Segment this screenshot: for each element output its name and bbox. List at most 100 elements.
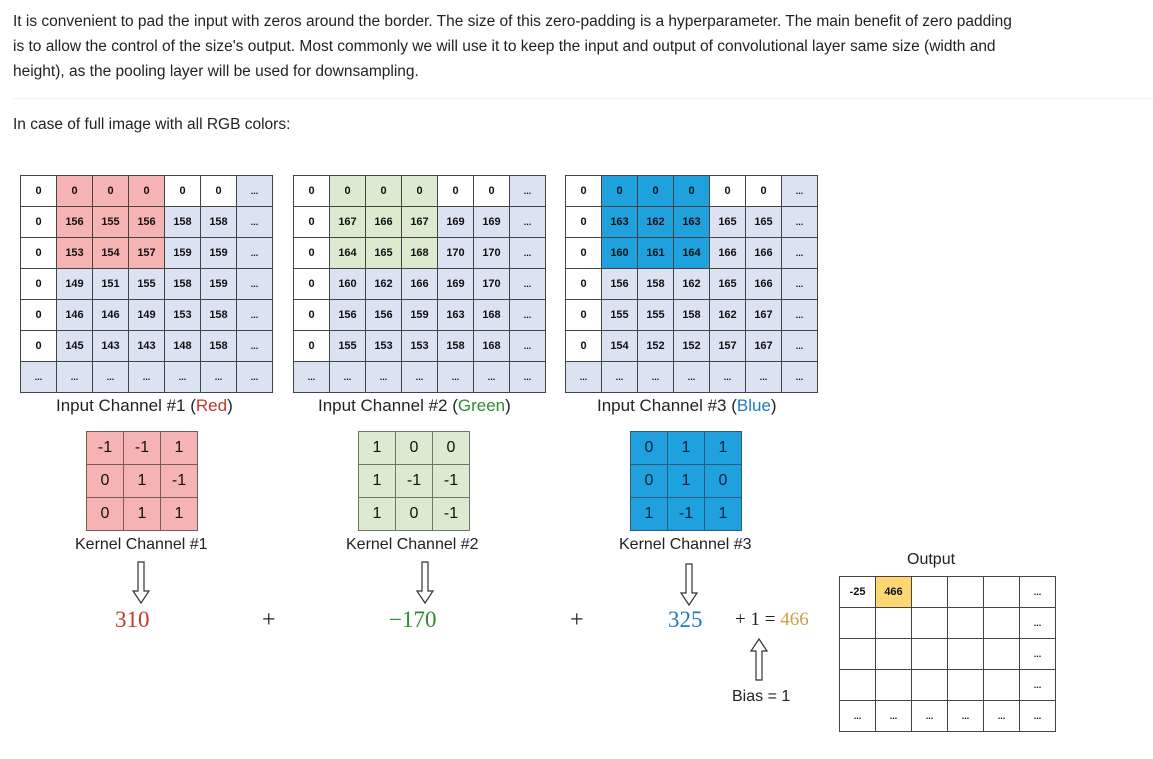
grid-cell: 158 bbox=[437, 330, 474, 362]
output-cell bbox=[947, 576, 984, 608]
grid-cell: 0 bbox=[565, 330, 602, 362]
output-title: Output bbox=[907, 551, 956, 568]
kernel-cell: 1 bbox=[704, 497, 742, 531]
grid-cell: ... bbox=[781, 206, 818, 238]
grid-cell: 0 bbox=[365, 175, 402, 207]
grid-cell: 168 bbox=[473, 330, 510, 362]
grid-cell: ... bbox=[781, 330, 818, 362]
grid-row: 0 0 0 0 0 0... bbox=[565, 175, 818, 207]
grid-row: 0 0 0 0 0 0... bbox=[20, 175, 273, 207]
output-cell bbox=[983, 669, 1020, 701]
grid-cell: 165 bbox=[745, 206, 782, 238]
grid-cell: ... bbox=[781, 268, 818, 300]
grid-cell: 0 bbox=[20, 299, 57, 331]
grid-cell: ... bbox=[673, 361, 710, 393]
output-row: -25 466... bbox=[839, 576, 1056, 608]
output-cell bbox=[983, 576, 1020, 608]
grid-cell: 158 bbox=[200, 299, 237, 331]
kernel-cell: -1 bbox=[432, 464, 470, 498]
kernel-cell: 0 bbox=[395, 431, 433, 465]
grid-cell: 0 bbox=[401, 175, 438, 207]
grid-cell: 0 bbox=[92, 175, 129, 207]
grid-cell: 0 bbox=[128, 175, 165, 207]
kernel-cell: 0 bbox=[86, 464, 124, 498]
grid-cell: ... bbox=[509, 330, 546, 362]
grid-row: 0 160 161 164 166 166... bbox=[565, 237, 818, 269]
grid-cell: ... bbox=[637, 361, 674, 393]
grid-cell: 156 bbox=[128, 206, 165, 238]
grid-cell: 0 bbox=[637, 175, 674, 207]
grid-cell: 162 bbox=[673, 268, 710, 300]
grid-cell: ... bbox=[781, 361, 818, 393]
output-cell: ... bbox=[875, 700, 912, 732]
kernel-channel-1-label: Kernel Channel #1 bbox=[75, 536, 208, 553]
grid-row: 0 149 151 155 158 159... bbox=[20, 268, 273, 300]
output-cell: ... bbox=[1019, 669, 1056, 701]
grid-cell: ... bbox=[236, 268, 273, 300]
grid-cell: 159 bbox=[200, 268, 237, 300]
grid-cell: 0 bbox=[565, 175, 602, 207]
grid-cell: ... bbox=[236, 237, 273, 269]
output-row: ... bbox=[839, 669, 1056, 701]
kernel-cell: 0 bbox=[86, 497, 124, 531]
grid-cell: 166 bbox=[745, 237, 782, 269]
grid-cell: 0 bbox=[601, 175, 638, 207]
grid-cell: ... bbox=[509, 175, 546, 207]
grid-row: 0 154 152 152 157 167... bbox=[565, 330, 818, 362]
kernel-channel-green: 1 0 0 1 -1 -1 1 0 -1 bbox=[358, 431, 470, 531]
grid-cell: 0 bbox=[20, 330, 57, 362]
output-cell bbox=[947, 669, 984, 701]
kernel-row: 100 bbox=[358, 431, 470, 465]
output-cell: ... bbox=[1019, 576, 1056, 608]
grid-cell: 145 bbox=[56, 330, 93, 362]
kernel-row: 011 bbox=[86, 497, 198, 531]
grid-cell: 163 bbox=[437, 299, 474, 331]
output-cell: ... bbox=[911, 700, 948, 732]
kernel-cell: 1 bbox=[160, 497, 198, 531]
up-arrow-icon bbox=[749, 637, 769, 681]
grid-cell: 163 bbox=[601, 206, 638, 238]
explanation-paragraph: It is convenient to pad the input with z… bbox=[13, 13, 1012, 80]
output-cell bbox=[947, 607, 984, 639]
grid-cell: 169 bbox=[437, 268, 474, 300]
input-channel-red-label: Input Channel #1 (Red) bbox=[56, 396, 233, 415]
grid-cell: 0 bbox=[164, 175, 201, 207]
grid-cell: ... bbox=[20, 361, 57, 393]
grid-row: ..................... bbox=[565, 361, 818, 393]
grid-cell: 151 bbox=[92, 268, 129, 300]
kernel-cell: -1 bbox=[395, 464, 433, 498]
grid-cell: ... bbox=[236, 361, 273, 393]
output-cell bbox=[875, 607, 912, 639]
channel-color-red: Red bbox=[195, 396, 228, 415]
final-output-value: 466 bbox=[780, 609, 809, 630]
grid-cell: 143 bbox=[92, 330, 129, 362]
grid-cell: 155 bbox=[601, 299, 638, 331]
bias-label: Bias = 1 bbox=[732, 688, 791, 705]
grid-cell: ... bbox=[329, 361, 366, 393]
grid-cell: 154 bbox=[601, 330, 638, 362]
kernel-cell: 1 bbox=[630, 497, 668, 531]
grid-cell: 159 bbox=[401, 299, 438, 331]
grid-cell: 157 bbox=[709, 330, 746, 362]
output-cell bbox=[983, 607, 1020, 639]
grid-cell: ... bbox=[473, 361, 510, 393]
grid-row: 0 156 158 162 165 166... bbox=[565, 268, 818, 300]
grid-row: ..................... bbox=[293, 361, 546, 393]
down-arrow-icon bbox=[679, 563, 699, 607]
grid-cell: ... bbox=[745, 361, 782, 393]
output-cell bbox=[947, 638, 984, 670]
output-cell bbox=[983, 638, 1020, 670]
output-cell bbox=[839, 638, 876, 670]
input-channel-blue-grid: 0 0 0 0 0 0... 0 163 162 163 165 165... 0 160 161 164 16… bbox=[565, 175, 818, 393]
grid-cell: ... bbox=[509, 299, 546, 331]
plus-sign: + bbox=[262, 607, 276, 633]
channel-color-blue: Blue bbox=[736, 396, 771, 415]
grid-cell: 156 bbox=[365, 299, 402, 331]
grid-cell: 155 bbox=[637, 299, 674, 331]
channel-2-result: −170 bbox=[389, 607, 437, 632]
grid-cell: 164 bbox=[329, 237, 366, 269]
grid-cell: 166 bbox=[401, 268, 438, 300]
grid-cell: 160 bbox=[601, 237, 638, 269]
grid-cell: ... bbox=[236, 175, 273, 207]
grid-cell: 0 bbox=[293, 268, 330, 300]
